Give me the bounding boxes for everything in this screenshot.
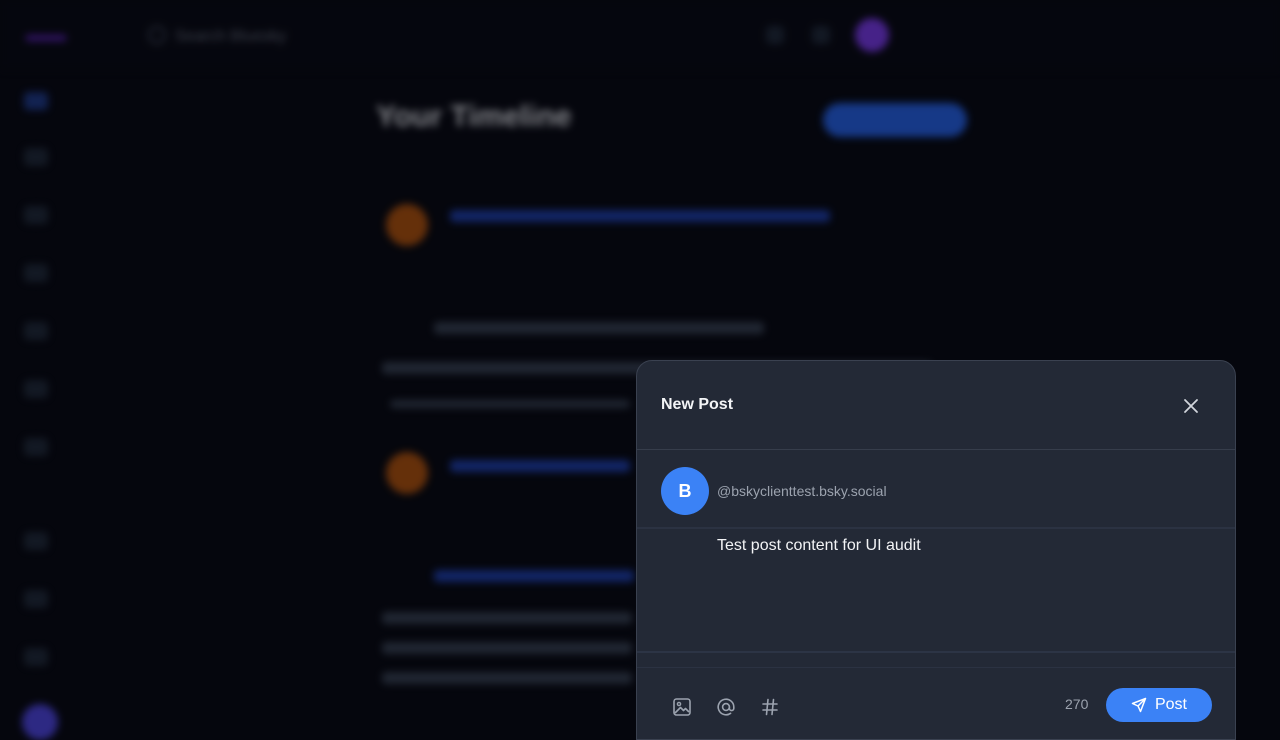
mention-button[interactable]	[713, 694, 739, 720]
post-button[interactable]: Post	[1106, 688, 1212, 722]
sidebar-item	[24, 264, 48, 282]
post-text-input[interactable]: Test post content for UI audit	[717, 537, 1217, 555]
post-avatar	[386, 204, 428, 246]
avatar: B	[661, 467, 709, 515]
search-icon	[148, 26, 166, 44]
post-text-line	[434, 570, 634, 582]
image-icon	[673, 698, 691, 716]
author-row: B @bskyclienttest.bsky.social	[637, 451, 1235, 529]
add-image-button[interactable]	[669, 694, 695, 720]
sidebar-item	[24, 206, 48, 224]
post-text-line	[382, 672, 632, 684]
sidebar-item	[24, 380, 48, 398]
post-avatar	[386, 452, 428, 494]
search-label: Search Bluesky	[175, 28, 287, 45]
sidebar-item	[24, 590, 48, 608]
sidebar-item	[24, 438, 48, 456]
post-text-line	[382, 642, 632, 654]
sidebar-item	[24, 648, 48, 666]
mention-icon	[717, 698, 735, 716]
close-icon	[1184, 399, 1198, 413]
sidebar-item	[24, 532, 48, 550]
char-counter: 270	[1065, 696, 1089, 712]
sidebar-item-home	[24, 92, 48, 110]
sidebar-item	[24, 322, 48, 340]
page-title: Your Timeline	[376, 100, 572, 133]
post-text-line	[382, 612, 632, 624]
modal-title: New Post	[661, 396, 734, 413]
post-header-line	[450, 210, 830, 222]
composer-footer: 270 Post	[637, 667, 1235, 739]
new-post-modal: New Post B @bskyclienttest.bsky.social T…	[636, 360, 1236, 740]
modal-header: New Post	[637, 361, 1235, 450]
compose-fab	[22, 704, 58, 740]
author-handle: @bskyclienttest.bsky.social	[717, 483, 887, 499]
settings-icon	[812, 26, 830, 44]
app-logo: ▬▬	[26, 24, 66, 46]
hashtag-button[interactable]	[757, 694, 783, 720]
top-bar: ▬▬ Search Bluesky	[0, 0, 1280, 70]
send-icon	[1131, 697, 1147, 713]
account-avatar	[855, 18, 889, 52]
new-post-button-bg	[823, 103, 967, 137]
post-text-line	[434, 322, 764, 334]
post-button-label: Post	[1154, 696, 1187, 713]
composer-area[interactable]: Test post content for UI audit	[637, 529, 1235, 653]
sidebar-item	[24, 148, 48, 166]
hashtag-icon	[762, 698, 778, 716]
post-actions	[390, 400, 630, 408]
post-header-line	[450, 460, 630, 472]
bell-icon	[766, 26, 784, 44]
close-button[interactable]	[1175, 390, 1207, 422]
